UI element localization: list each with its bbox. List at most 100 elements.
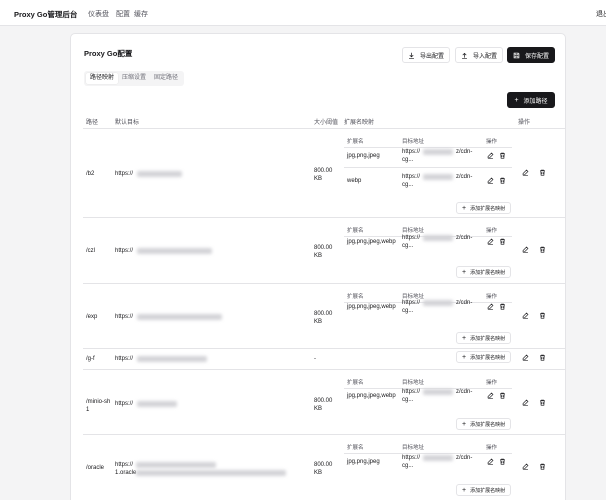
edit-path-button[interactable] [522, 169, 529, 176]
delete-path-button[interactable] [539, 463, 546, 470]
delete-path-button[interactable] [539, 169, 546, 176]
default-target-cell: https:// [115, 401, 134, 407]
col-header-default-target: 默认目标 [115, 120, 140, 126]
ext-target-cell: https:// [402, 174, 421, 180]
add-ext-mapping-button[interactable]: + 添加扩展名映射 [456, 202, 512, 214]
edit-path-button[interactable] [522, 463, 529, 470]
edit-path-icon [522, 399, 529, 406]
page-title: Proxy Go配置 [84, 49, 133, 58]
ext-target-cell: https:// [402, 149, 421, 155]
delete-ext-button[interactable] [499, 392, 506, 399]
ext-target-cell-3: cg... [402, 397, 414, 403]
size-threshold-cell: 800.00 KB [314, 245, 333, 259]
edit-ext-button[interactable] [487, 303, 494, 310]
edit-path-icon [522, 169, 529, 176]
plus-icon: + [462, 486, 467, 494]
sub-header-divider [344, 453, 512, 454]
sub-header-actions: 操作 [486, 380, 498, 386]
nav-dashboard[interactable]: 仪表盘 [88, 9, 109, 19]
add-ext-mapping-button[interactable]: + 添加扩展名映射 [456, 351, 512, 363]
header-divider [83, 128, 566, 129]
delete-path-icon [540, 169, 545, 176]
sub-header-target: 目标地址 [402, 445, 425, 451]
delete-path-icon [540, 312, 545, 319]
delete-ext-icon [500, 303, 505, 310]
save-icon [513, 52, 520, 58]
export-config-button[interactable]: 导出配置 [402, 47, 450, 63]
delete-path-button[interactable] [539, 354, 546, 361]
ext-target-cell-3: cg... [402, 308, 414, 314]
logout-link[interactable]: 退出 [596, 9, 606, 19]
col-header-ext-map: 扩展名映射 [344, 120, 375, 126]
add-ext-mapping-label: 添加扩展名映射 [470, 487, 506, 494]
redacted-url [137, 356, 207, 362]
save-config-button[interactable]: 保存配置 [507, 47, 555, 63]
path-cell: /oracle [86, 465, 105, 471]
tab-fixed-paths[interactable]: 固定路径 [150, 73, 182, 84]
edit-ext-icon [487, 238, 494, 245]
plus-icon: + [462, 353, 467, 361]
sub-header-ext: 扩展名 [347, 228, 364, 234]
size-threshold-cell: 800.00 KB [314, 168, 333, 182]
edit-ext-icon [487, 458, 494, 465]
redacted-url [137, 171, 182, 177]
edit-ext-button[interactable] [487, 152, 494, 159]
path-cell: /czl [86, 248, 95, 254]
delete-path-button[interactable] [539, 312, 546, 319]
tab-path-mapping[interactable]: 路径映射 [86, 73, 119, 84]
edit-path-button[interactable] [522, 354, 529, 361]
add-path-button[interactable]: + 添加路径 [507, 92, 555, 108]
ext-target-cell-2: z/cdn- [456, 389, 473, 395]
delete-path-icon [540, 463, 545, 470]
app-brand[interactable]: Proxy Go管理后台 [14, 9, 77, 20]
tab-compression[interactable]: 压缩设置 [118, 73, 150, 84]
redacted-url [136, 470, 286, 476]
plus-icon: + [462, 268, 467, 276]
ext-target-cell-3: cg... [402, 157, 414, 163]
edit-ext-button[interactable] [487, 238, 494, 245]
delete-path-button[interactable] [539, 399, 546, 406]
edit-ext-button[interactable] [487, 177, 494, 184]
default-target-cell: https:// [115, 314, 134, 320]
delete-ext-button[interactable] [499, 303, 506, 310]
add-ext-mapping-button[interactable]: + 添加扩展名映射 [456, 418, 512, 430]
delete-ext-button[interactable] [499, 177, 506, 184]
sub-header-target: 目标地址 [402, 139, 425, 145]
ext-target-cell-3: cg... [402, 243, 414, 249]
delete-ext-button[interactable] [499, 458, 506, 465]
delete-ext-button[interactable] [499, 152, 506, 159]
delete-ext-icon [500, 458, 505, 465]
sub-header-actions: 操作 [486, 228, 498, 234]
default-target-cell: https:// [115, 462, 134, 468]
redacted-url [137, 248, 212, 254]
path-cell: /g-f [86, 356, 95, 362]
sub-header-ext: 扩展名 [347, 294, 364, 300]
add-ext-mapping-button[interactable]: + 添加扩展名映射 [456, 484, 512, 496]
edit-ext-button[interactable] [487, 392, 494, 399]
delete-path-icon [540, 354, 545, 361]
add-ext-mapping-button[interactable]: + 添加扩展名映射 [456, 332, 512, 344]
add-ext-mapping-label: 添加扩展名映射 [470, 421, 506, 428]
add-ext-mapping-button[interactable]: + 添加扩展名映射 [456, 266, 512, 278]
delete-path-button[interactable] [539, 246, 546, 253]
upload-icon [462, 52, 467, 59]
size-threshold-cell: 800.00 KB [314, 311, 333, 325]
sub-header-divider [344, 147, 512, 148]
delete-ext-icon [500, 177, 505, 184]
edit-ext-button[interactable] [487, 458, 494, 465]
redacted-url [136, 462, 216, 468]
edit-path-button[interactable] [522, 312, 529, 319]
sub-header-ext: 扩展名 [347, 380, 364, 386]
ext-target-cell-3: cg... [402, 182, 414, 188]
sub-header-ext: 扩展名 [347, 445, 364, 451]
col-header-actions: 操作 [518, 120, 531, 126]
config-tabs: 路径映射 压缩设置 固定路径 [84, 71, 185, 86]
delete-ext-button[interactable] [499, 238, 506, 245]
nav-config[interactable]: 配置 [116, 9, 130, 19]
edit-path-button[interactable] [522, 399, 529, 406]
row-divider [83, 434, 566, 435]
import-config-button[interactable]: 导入配置 [455, 47, 503, 63]
path-cell: /minio-sh1 [86, 399, 111, 413]
edit-path-button[interactable] [522, 246, 529, 253]
nav-cache[interactable]: 缓存 [134, 9, 148, 19]
